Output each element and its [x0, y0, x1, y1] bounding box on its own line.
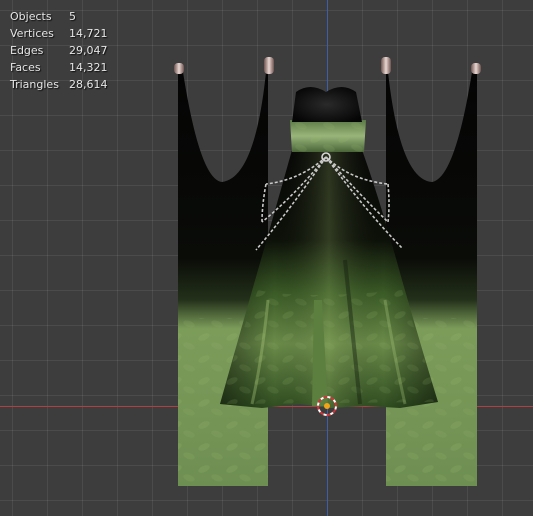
- stat-edges: Edges 29,047: [10, 42, 108, 59]
- curtain-rings: [174, 57, 481, 74]
- 3d-viewport[interactable]: Objects 5 Vertices 14,721 Edges 29,047 F…: [0, 0, 533, 516]
- stat-faces: Faces 14,321: [10, 59, 108, 76]
- stat-vertices: Vertices 14,721: [10, 25, 108, 42]
- stat-label: Objects: [10, 10, 52, 23]
- stat-objects: Objects 5: [10, 8, 108, 25]
- stat-value: 29,047: [69, 44, 108, 57]
- curtain-ring: [471, 63, 481, 74]
- stat-value: 5: [69, 10, 76, 23]
- stat-label: Vertices: [10, 27, 54, 40]
- stat-triangles: Triangles 28,614: [10, 76, 108, 93]
- left-curtain[interactable]: [178, 72, 268, 486]
- stat-label: Triangles: [10, 78, 59, 91]
- scene-statistics-overlay: Objects 5 Vertices 14,721 Edges 29,047 F…: [10, 8, 108, 93]
- curtain-ring: [174, 63, 184, 74]
- curtain-ring: [264, 57, 274, 74]
- stat-value: 28,614: [69, 78, 108, 91]
- stat-label: Faces: [10, 61, 41, 74]
- stat-value: 14,321: [69, 61, 108, 74]
- stat-label: Edges: [10, 44, 44, 57]
- curtain-ring: [381, 57, 391, 74]
- stat-value: 14,721: [69, 27, 108, 40]
